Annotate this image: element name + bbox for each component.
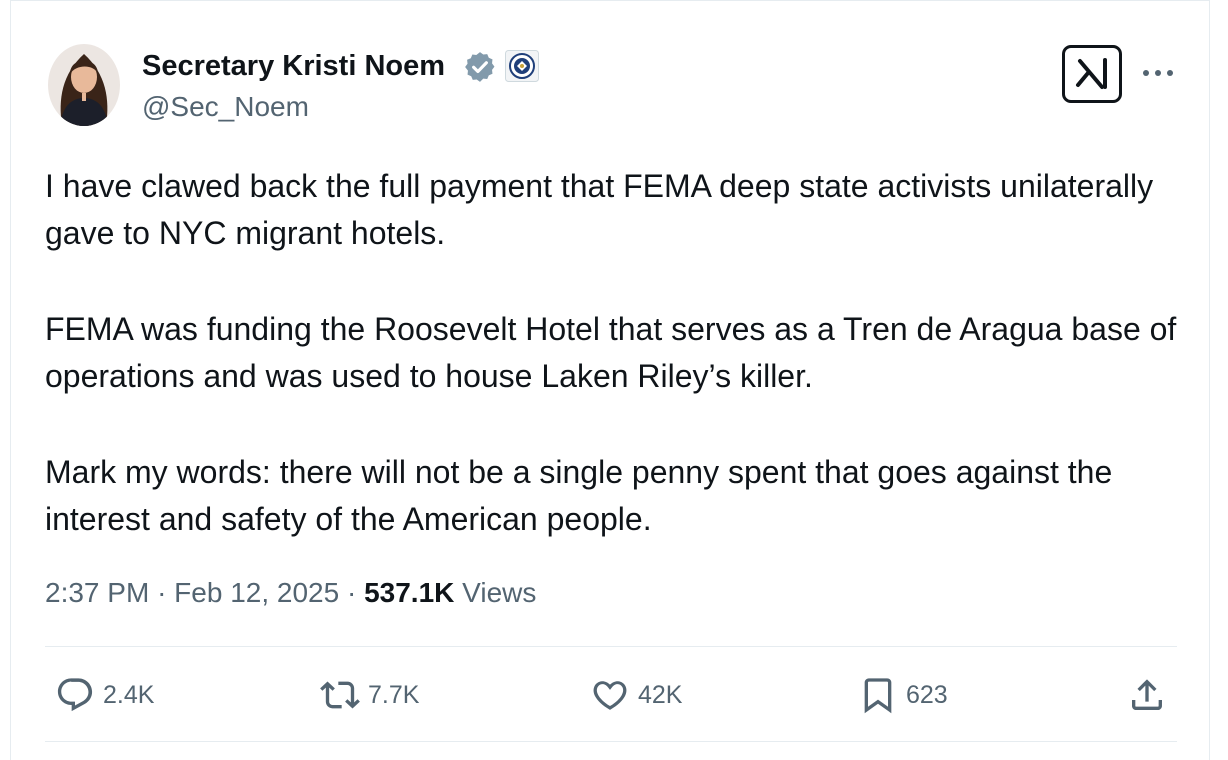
repost-count: 7.7K <box>368 680 420 709</box>
bookmark-button[interactable]: 623 <box>858 675 948 715</box>
divider <box>45 741 1177 742</box>
tweet-paragraph: Mark my words: there will not be a singl… <box>45 454 1113 537</box>
bookmark-icon <box>864 678 892 714</box>
meta-separator: · <box>346 577 357 608</box>
share-button[interactable] <box>1127 675 1175 715</box>
grok-icon[interactable] <box>1062 45 1122 103</box>
verified-badge-icon[interactable] <box>463 50 497 84</box>
tweet-meta: 2:37 PM · Feb 12, 2025 · 537.1K Views <box>45 577 536 609</box>
tweet-time[interactable]: 2:37 PM <box>45 577 149 608</box>
like-icon <box>593 681 627 710</box>
reply-icon <box>57 678 93 712</box>
author-name[interactable]: Secretary Kristi Noem <box>142 50 445 83</box>
tweet-paragraph: FEMA was funding the Roosevelt Hotel tha… <box>45 311 1177 394</box>
repost-button[interactable]: 7.7K <box>320 675 419 715</box>
reply-count: 2.4K <box>103 680 155 709</box>
tweet-paragraph: I have clawed back the full payment that… <box>45 168 1154 251</box>
divider <box>45 646 1177 647</box>
meta-separator: · <box>157 577 167 608</box>
more-icon[interactable] <box>1140 58 1176 88</box>
like-count: 42K <box>638 680 683 709</box>
share-icon <box>1132 679 1162 710</box>
author-handle[interactable]: @Sec_Noem <box>142 91 309 123</box>
bookmark-count: 623 <box>906 680 948 709</box>
author-avatar[interactable] <box>48 44 120 126</box>
reply-button[interactable]: 2.4K <box>55 675 154 715</box>
tweet-text: I have clawed back the full payment that… <box>45 163 1185 592</box>
views-label: Views <box>462 577 537 608</box>
repost-icon <box>320 681 360 709</box>
views-count: 537.1K <box>364 577 455 608</box>
dhs-seal-icon[interactable] <box>505 50 539 82</box>
like-button[interactable]: 42K <box>590 675 682 715</box>
tweet-date[interactable]: Feb 12, 2025 <box>174 577 339 608</box>
